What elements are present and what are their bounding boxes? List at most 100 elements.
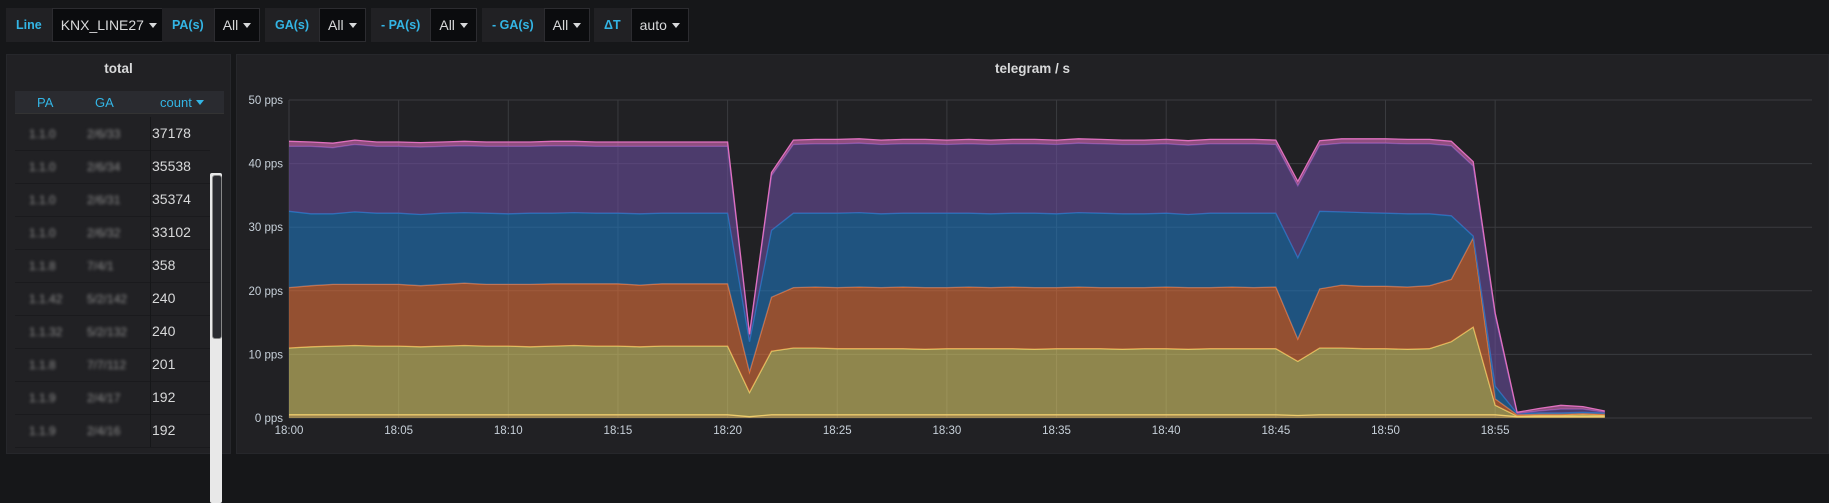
- var-ga[interactable]: GA(s) All: [265, 8, 366, 42]
- total-table-panel: total PA GA count 1.1.0 2/6/33 37178 1.1.0…: [6, 54, 231, 503]
- cell-divider: [150, 381, 151, 414]
- chevron-down-icon: [348, 22, 357, 28]
- cell-count: 240: [152, 290, 176, 306]
- chevron-down-icon: [148, 22, 157, 28]
- var-exclude-ga-dropdown[interactable]: All: [543, 8, 591, 42]
- cell-pa: 1.1.9: [29, 391, 56, 405]
- cell-divider: [150, 249, 151, 282]
- sort-desc-icon: [195, 100, 204, 105]
- cell-count: 192: [152, 389, 176, 405]
- x-tick-label: 18:00: [275, 425, 304, 437]
- var-exclude-pa-label: - PA(s): [371, 8, 431, 42]
- cell-divider: [150, 117, 151, 150]
- panel-title-total[interactable]: total: [7, 61, 230, 76]
- var-line-dropdown[interactable]: KNX_LINE27: [51, 8, 166, 42]
- var-exclude-pa-dropdown[interactable]: All: [430, 8, 477, 42]
- y-tick-label: 0 pps: [255, 413, 283, 425]
- x-tick-label: 18:45: [1261, 425, 1290, 437]
- cell-count: 240: [152, 323, 176, 339]
- column-header-count[interactable]: count: [160, 95, 204, 110]
- cell-ga: 5/2/132: [87, 325, 128, 339]
- x-tick-label: 18:35: [1042, 425, 1071, 437]
- var-exclude-ga[interactable]: - GA(s) All: [482, 8, 591, 42]
- cell-count: 201: [152, 356, 176, 372]
- cell-pa: 1.1.0: [29, 226, 56, 240]
- cell-ga: 2/6/31: [87, 193, 121, 207]
- cell-pa: 1.1.0: [29, 127, 56, 141]
- chevron-down-icon: [671, 22, 680, 28]
- column-header-ga[interactable]: GA: [95, 95, 114, 110]
- var-exclude-pa[interactable]: - PA(s) All: [371, 8, 477, 42]
- table-row[interactable]: 1.1.9 2/4/17 192: [15, 381, 210, 415]
- cell-pa: 1.1.42: [29, 292, 63, 306]
- cell-ga: 7/4/1: [87, 259, 114, 273]
- cell-pa: 1.1.8: [29, 259, 56, 273]
- cell-pa: 1.1.0: [29, 193, 56, 207]
- table-row[interactable]: 1.1.9 2/4/16 192: [15, 414, 210, 448]
- table-row[interactable]: 1.1.0 2/6/32 33102: [15, 216, 210, 250]
- var-pa-value: All: [222, 17, 239, 33]
- var-delta-t-label: ΔT: [594, 8, 631, 42]
- cell-pa: 1.1.8: [29, 358, 56, 372]
- variables-bar: Line KNX_LINE27 PA(s) All GA(s) All - PA…: [0, 0, 1829, 52]
- table-row[interactable]: 1.1.42 5/2/142 240: [15, 282, 210, 316]
- x-tick-label: 18:25: [823, 425, 852, 437]
- table-row[interactable]: 1.1.0 2/6/31 35374: [15, 183, 210, 217]
- var-exclude-pa-value: All: [439, 17, 455, 33]
- var-delta-t[interactable]: ΔT auto: [594, 8, 689, 42]
- var-pa[interactable]: PA(s) All: [162, 8, 261, 42]
- cell-divider: [150, 348, 151, 381]
- cell-count: 37178: [152, 125, 191, 141]
- var-exclude-ga-value: All: [552, 17, 569, 33]
- chevron-down-icon: [243, 22, 252, 28]
- y-tick-label: 30 pps: [248, 222, 283, 234]
- x-tick-label: 18:15: [604, 425, 633, 437]
- x-tick-label: 18:10: [494, 425, 523, 437]
- table-row[interactable]: 1.1.8 7/4/1 358: [15, 249, 210, 283]
- var-pa-dropdown[interactable]: All: [213, 8, 261, 42]
- var-ga-label: GA(s): [265, 8, 320, 42]
- cell-ga: 7/7/112: [87, 358, 127, 372]
- cell-pa: 1.1.9: [29, 424, 56, 438]
- x-tick-label: 18:50: [1371, 425, 1400, 437]
- column-header-count-label: count: [160, 95, 192, 110]
- table-row[interactable]: 1.1.8 7/7/112 201: [15, 348, 210, 382]
- cell-divider: [150, 183, 151, 216]
- cell-count: 35538: [152, 158, 191, 174]
- var-ga-dropdown[interactable]: All: [319, 8, 366, 42]
- var-line-value: KNX_LINE27: [60, 17, 144, 33]
- var-pa-label: PA(s): [162, 8, 214, 42]
- cell-ga: 2/6/32: [87, 226, 121, 240]
- cell-count: 33102: [152, 224, 191, 240]
- x-tick-label: 18:40: [1152, 425, 1181, 437]
- cell-divider: [150, 150, 151, 183]
- var-exclude-ga-label: - GA(s): [482, 8, 544, 42]
- telegram-area-chart[interactable]: 0 pps 10 pps 20 pps 30 pps 40 pps 50 pps 18:00…: [237, 55, 1828, 447]
- y-tick-label: 10 pps: [248, 349, 283, 361]
- table-row[interactable]: 1.1.32 5/2/132 240: [15, 315, 210, 349]
- cell-count: 35374: [152, 191, 191, 207]
- var-delta-t-dropdown[interactable]: auto: [630, 8, 689, 42]
- table-row[interactable]: 1.1.0 2/6/34 35538: [15, 150, 210, 184]
- x-tick-label: 18:05: [384, 425, 413, 437]
- y-tick-label: 50 pps: [248, 95, 283, 107]
- cell-ga: 5/2/142: [87, 292, 128, 306]
- cell-count: 358: [152, 257, 176, 273]
- y-tick-label: 20 pps: [248, 286, 283, 298]
- chevron-down-icon: [459, 22, 468, 28]
- cell-divider: [150, 282, 151, 315]
- var-delta-t-value: auto: [639, 17, 667, 33]
- telegram-graph-panel: telegram / s 0 pps 10 pps 20 pps 30 pps 40 p…: [236, 54, 1829, 454]
- cell-divider: [150, 216, 151, 249]
- table-row[interactable]: 1.1.0 2/6/33 37178: [15, 117, 210, 151]
- column-header-pa[interactable]: PA: [37, 95, 53, 110]
- var-line[interactable]: Line KNX_LINE27: [6, 8, 166, 42]
- chevron-down-icon: [573, 22, 582, 28]
- x-tick-label: 18:30: [933, 425, 962, 437]
- table-header: PA GA count: [15, 91, 224, 114]
- cell-ga: 2/4/16: [87, 424, 121, 438]
- cell-pa: 1.1.32: [29, 325, 63, 339]
- table-scrollbar-thumb[interactable]: [212, 175, 222, 339]
- cell-ga: 2/6/33: [87, 127, 121, 141]
- var-line-label: Line: [6, 8, 52, 42]
